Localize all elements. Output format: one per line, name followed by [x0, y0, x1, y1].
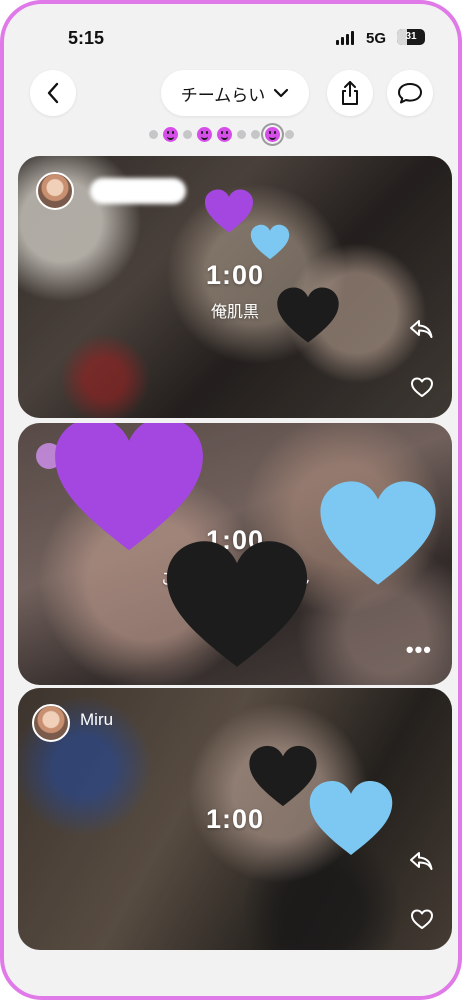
blue-heart-sticker: [309, 781, 393, 855]
chat-bubble-icon: [398, 83, 422, 104]
status-bar: 5:15 5G 31: [4, 4, 458, 64]
video-duration: 1:00: [205, 260, 265, 290]
page-dot[interactable]: [285, 129, 294, 139]
video-post-card[interactable]: 1:00 こいつ ーやん •••: [18, 423, 452, 685]
back-button[interactable]: [30, 70, 76, 116]
blue-heart-sticker: [250, 224, 290, 260]
battery-icon: 31: [397, 29, 425, 45]
status-time: 5:15: [68, 28, 105, 48]
page-dot[interactable]: [251, 129, 260, 139]
heart-icon[interactable]: [410, 908, 434, 930]
post-caption: 俺肌黒: [210, 304, 259, 321]
smile-page-icon-active[interactable]: [265, 126, 280, 142]
phone-frame: 5:15 5G 31 チームらい 1:00 俺肌黒 1:00 ••• Miru …: [0, 0, 462, 1000]
video-post-card[interactable]: Miru 1:00: [18, 688, 452, 950]
team-label: チームらい: [180, 85, 266, 105]
smile-page-icon[interactable]: [163, 126, 178, 142]
avatar[interactable]: [36, 172, 74, 210]
page-dot[interactable]: [183, 129, 192, 139]
purple-heart-sticker: [205, 189, 253, 233]
chevron-left-icon: [47, 82, 59, 104]
heart-icon[interactable]: [410, 376, 434, 398]
smile-page-icon[interactable]: [197, 126, 212, 142]
smile-page-icon[interactable]: [217, 126, 232, 142]
chevron-down-icon: [274, 88, 289, 98]
more-options-icon[interactable]: •••: [406, 637, 432, 663]
battery-level: 31: [405, 31, 417, 42]
video-post-card[interactable]: 1:00 俺肌黒: [18, 156, 452, 418]
avatar[interactable]: [32, 704, 70, 742]
reply-icon[interactable]: [408, 318, 434, 340]
author-name[interactable]: Miru: [80, 710, 113, 730]
page-dot[interactable]: [149, 129, 158, 139]
team-selector[interactable]: チームらい: [161, 70, 309, 116]
reply-icon[interactable]: [408, 850, 434, 872]
chat-button[interactable]: [387, 70, 433, 116]
page-indicator[interactable]: [149, 124, 294, 144]
black-heart-sticker: [166, 541, 308, 667]
share-icon: [342, 81, 358, 105]
author-name-redacted: [90, 178, 186, 204]
page-dot[interactable]: [237, 129, 246, 139]
network-type: 5G: [366, 30, 387, 47]
share-button[interactable]: [327, 70, 373, 116]
signal-icon: [336, 31, 354, 45]
